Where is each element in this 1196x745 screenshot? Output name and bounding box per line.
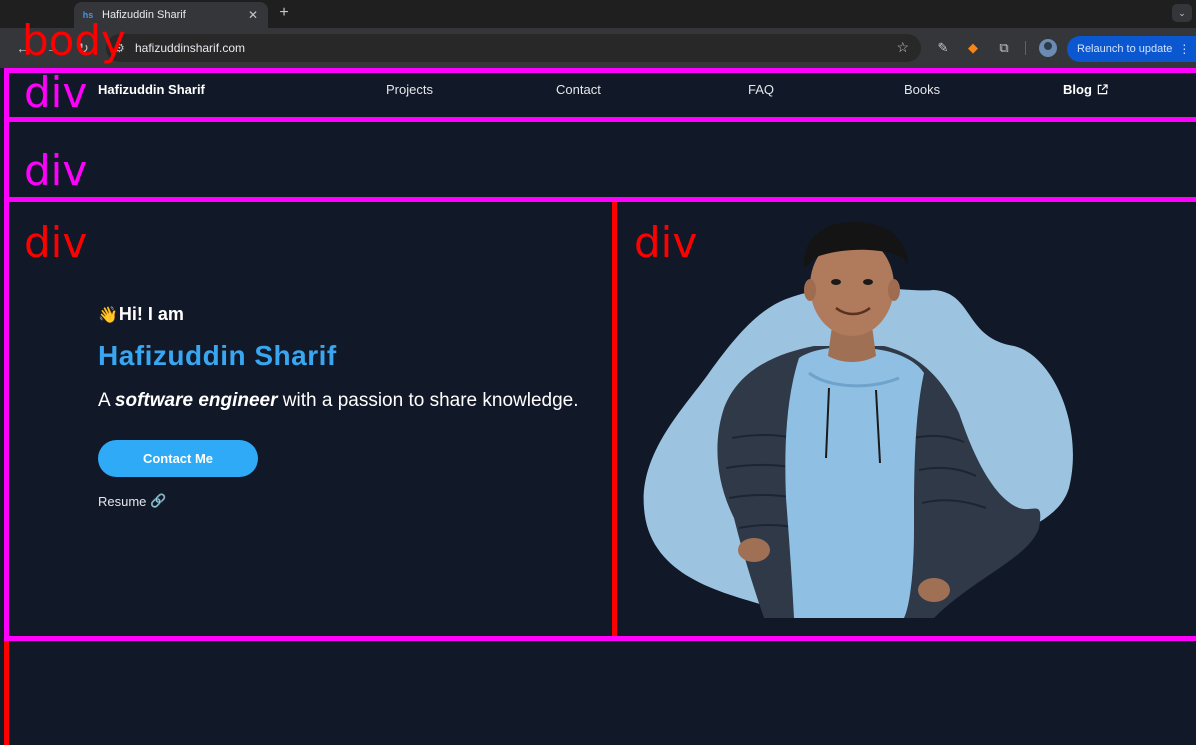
nav-blog-label: Blog xyxy=(1063,82,1092,97)
address-bar[interactable]: ⚙ hafizuddinsharif.com ☆ xyxy=(106,34,921,62)
url-text[interactable]: hafizuddinsharif.com xyxy=(135,41,245,55)
toolbar-divider xyxy=(1025,41,1026,55)
resume-label: Resume xyxy=(98,493,147,509)
nav-link-books[interactable]: Books xyxy=(904,82,940,97)
profile-photo xyxy=(643,222,1073,618)
hero-image-column xyxy=(614,198,1196,638)
site-navbar: Hafizuddin Sharif Projects Contact FAQ B… xyxy=(0,68,1196,118)
hero-spacer xyxy=(0,118,1196,198)
hero-text-column: 👋 Hi! I am Hafizuddin Sharif A software … xyxy=(0,198,614,638)
profile-avatar-icon[interactable] xyxy=(1039,39,1057,57)
tagline-emphasis: software engineer xyxy=(114,390,278,411)
nav-link-projects[interactable]: Projects xyxy=(386,82,433,97)
site-info-icon[interactable]: ⚙ xyxy=(114,41,125,55)
hero-section: 👋 Hi! I am Hafizuddin Sharif A software … xyxy=(0,198,1196,638)
link-icon: 🔗 xyxy=(150,493,167,508)
reload-icon[interactable]: ↻ xyxy=(74,40,92,57)
site-brand[interactable]: Hafizuddin Sharif xyxy=(98,82,205,97)
nav-link-blog[interactable]: Blog xyxy=(1063,82,1108,97)
browser-tab-strip: hs Hafizuddin Sharif ✕ + ⌄ xyxy=(0,0,1196,28)
tab-close-icon[interactable]: ✕ xyxy=(246,8,260,22)
extensions-puzzle-icon[interactable]: ⧉ xyxy=(995,39,1013,57)
tagline-suffix: with a passion to share knowledge. xyxy=(277,390,579,411)
eyedropper-icon[interactable]: ✎ xyxy=(934,39,952,57)
greeting-text: Hi! I am xyxy=(118,304,184,324)
contact-me-button[interactable]: Contact Me xyxy=(98,440,258,477)
back-icon[interactable]: ← xyxy=(14,40,32,56)
tab-search-icon[interactable]: ⌄ xyxy=(1172,4,1192,22)
page-body: Hafizuddin Sharif Projects Contact FAQ B… xyxy=(0,68,1196,745)
relaunch-button[interactable]: Relaunch to update ⋮ xyxy=(1067,36,1196,62)
person-hoodie xyxy=(785,347,924,618)
more-vert-icon[interactable]: ⋮ xyxy=(1178,42,1190,56)
hero-tagline: A software engineer with a passion to sh… xyxy=(98,390,579,412)
nav-link-faq[interactable]: FAQ xyxy=(748,82,774,97)
waving-hand-icon: 👋 xyxy=(98,306,118,324)
star-icon[interactable]: ☆ xyxy=(896,39,909,56)
browser-tab[interactable]: hs Hafizuddin Sharif ✕ xyxy=(74,2,268,28)
relaunch-label: Relaunch to update xyxy=(1077,43,1173,55)
site-favicon-icon: hs xyxy=(82,10,94,20)
nav-link-contact[interactable]: Contact xyxy=(556,82,601,97)
metamask-fox-icon[interactable]: ◆ xyxy=(964,39,982,57)
browser-toolbar: ← → ↻ ⚙ hafizuddinsharif.com ☆ ✎ ◆ ⧉ Rel… xyxy=(0,28,1196,68)
hero-greeting: 👋 Hi! I am xyxy=(98,304,184,325)
tagline-prefix: A xyxy=(98,390,115,411)
forward-icon[interactable]: → xyxy=(44,40,62,56)
hero-name: Hafizuddin Sharif xyxy=(98,340,337,371)
new-tab-icon[interactable]: + xyxy=(276,3,292,23)
external-link-icon xyxy=(1097,84,1108,95)
resume-link[interactable]: Resume 🔗 xyxy=(98,493,167,509)
tab-title: Hafizuddin Sharif xyxy=(102,9,186,21)
